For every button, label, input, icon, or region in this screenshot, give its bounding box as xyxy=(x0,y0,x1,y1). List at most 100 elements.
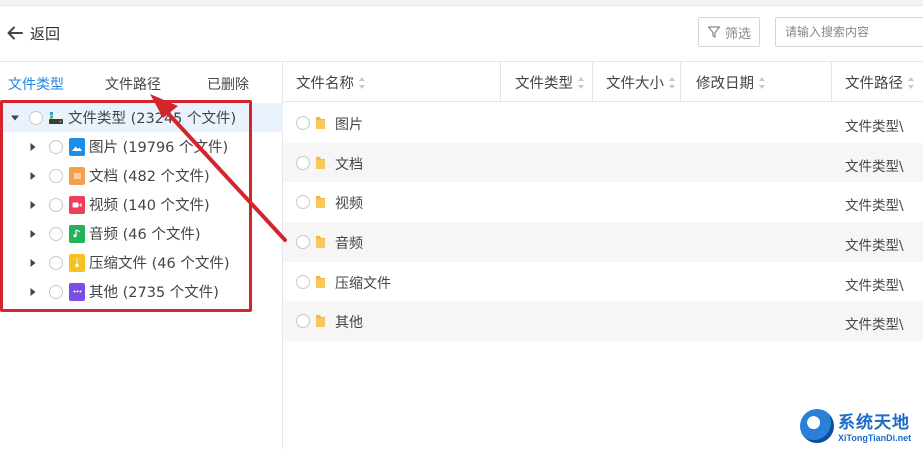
folder-icon xyxy=(316,315,325,328)
column-header-type[interactable]: 文件类型 xyxy=(515,72,586,93)
sort-icon[interactable] xyxy=(578,76,586,89)
row-path: 文件类型\ xyxy=(845,198,904,215)
table-row[interactable]: 其他 文件类型\ xyxy=(283,301,923,342)
column-header-label: 修改日期 xyxy=(696,76,754,92)
row-radio[interactable] xyxy=(296,314,310,329)
sort-icon[interactable] xyxy=(908,76,916,89)
tree-item-archives[interactable]: 压缩文件 (46 个文件) xyxy=(0,248,283,277)
video-icon xyxy=(69,195,85,214)
column-header-path[interactable]: 文件路径 xyxy=(845,72,916,93)
caret-right-icon[interactable] xyxy=(26,256,40,270)
row-radio[interactable] xyxy=(296,116,310,130)
tree-root[interactable]: 文件类型 (23245 个文件) xyxy=(0,103,283,132)
tree-item-label: 压缩文件 (46 个文件) xyxy=(89,256,230,272)
row-path: 文件类型\ xyxy=(845,317,904,334)
row-name: 图片 xyxy=(335,117,363,133)
tab-file-type[interactable]: 文件类型 xyxy=(8,74,64,94)
tree-item-radio[interactable] xyxy=(49,255,63,270)
column-separator[interactable] xyxy=(592,62,593,102)
tree-item-documents[interactable]: 文档 (482 个文件) xyxy=(0,161,283,190)
sort-icon[interactable] xyxy=(359,76,367,89)
row-path: 文件类型\ xyxy=(845,119,904,135)
column-header-label: 文件大小 xyxy=(606,76,664,92)
sort-icon[interactable] xyxy=(669,76,677,89)
tree-item-videos[interactable]: 视频 (140 个文件) xyxy=(0,190,283,219)
row-name: 文档 xyxy=(335,156,363,173)
filter-button[interactable]: 筛选 xyxy=(698,17,760,47)
row-path: 文件类型\ xyxy=(845,238,904,255)
caret-right-icon[interactable] xyxy=(26,227,40,241)
tab-deleted[interactable]: 已删除 xyxy=(207,74,249,94)
table-row[interactable]: 图片 文件类型\ xyxy=(283,103,923,143)
back-button[interactable]: 返回 xyxy=(6,22,60,44)
folder-icon xyxy=(316,196,325,209)
top-strip xyxy=(0,0,923,6)
caret-down-icon[interactable] xyxy=(8,111,22,125)
arrow-left-icon xyxy=(7,26,23,40)
tree-item-radio[interactable] xyxy=(49,139,63,154)
tree-root-radio[interactable] xyxy=(29,110,43,125)
image-icon xyxy=(69,137,85,156)
tree-item-label: 音频 (46 个文件) xyxy=(89,227,201,243)
caret-right-icon[interactable] xyxy=(26,140,40,154)
column-separator[interactable] xyxy=(831,62,832,102)
tree-item-other[interactable]: 其他 (2735 个文件) xyxy=(0,277,283,306)
folder-icon xyxy=(316,156,325,169)
row-name: 其他 xyxy=(335,315,363,332)
tree-item-label: 文档 (482 个文件) xyxy=(89,169,210,185)
column-header-name[interactable]: 文件名称 xyxy=(296,72,367,93)
row-radio[interactable] xyxy=(296,235,310,250)
filter-label: 筛选 xyxy=(724,26,751,42)
caret-right-icon[interactable] xyxy=(26,198,40,212)
tree-root-label: 文件类型 (23245 个文件) xyxy=(68,111,237,127)
watermark-logo: 系统天地 XiTongTianDi.net xyxy=(800,402,923,449)
caret-right-icon[interactable] xyxy=(26,285,40,299)
table-row[interactable]: 文档 文件类型\ xyxy=(283,142,923,183)
column-header-label: 文件类型 xyxy=(515,76,573,92)
row-radio[interactable] xyxy=(296,274,310,289)
tree-item-label: 图片 (19796 个文件) xyxy=(89,140,229,156)
column-separator[interactable] xyxy=(500,62,501,102)
archive-icon xyxy=(69,253,85,272)
row-radio[interactable] xyxy=(296,155,310,170)
column-header-label: 文件路径 xyxy=(845,76,903,92)
folder-icon xyxy=(316,275,325,288)
table-row[interactable]: 视频 文件类型\ xyxy=(283,182,923,222)
column-header-date[interactable]: 修改日期 xyxy=(696,72,767,93)
tree-item-radio[interactable] xyxy=(49,226,63,241)
row-path: 文件类型\ xyxy=(845,158,904,175)
audio-icon xyxy=(69,224,85,243)
column-header-size[interactable]: 文件大小 xyxy=(606,72,677,93)
tree-item-label: 视频 (140 个文件) xyxy=(89,198,210,214)
other-icon xyxy=(69,282,85,301)
tree-item-audio[interactable]: 音频 (46 个文件) xyxy=(0,219,283,248)
column-header-label: 文件名称 xyxy=(296,76,354,92)
table-header: 文件名称 文件类型 文件大小 修改日期 文件路径 xyxy=(283,61,923,102)
folder-icon xyxy=(316,117,325,129)
tree-item-images[interactable]: 图片 (19796 个文件) xyxy=(0,132,283,161)
tree-item-label: 其他 (2735 个文件) xyxy=(89,285,219,301)
drive-icon xyxy=(48,111,64,125)
search-input[interactable] xyxy=(775,17,923,47)
tree-item-radio[interactable] xyxy=(49,284,63,299)
table-body: 图片 文件类型\ 文档 文件类型\ 视频 文件类型\ 音频 文件类型\ 压缩文件… xyxy=(283,103,923,342)
watermark-url: XiTongTianDi.net xyxy=(838,433,912,443)
tree-item-radio[interactable] xyxy=(49,197,63,212)
document-icon xyxy=(69,166,85,185)
tab-file-path[interactable]: 文件路径 xyxy=(105,74,161,94)
row-radio[interactable] xyxy=(296,195,310,210)
left-tab-bar: 文件类型 文件路径 已删除 xyxy=(0,61,283,103)
table-row[interactable]: 压缩文件 文件类型\ xyxy=(283,262,923,302)
row-name: 压缩文件 xyxy=(335,275,391,292)
table-row[interactable]: 音频 文件类型\ xyxy=(283,222,923,262)
caret-right-icon[interactable] xyxy=(26,169,40,183)
back-label: 返回 xyxy=(30,24,61,43)
tree-item-radio[interactable] xyxy=(49,168,63,183)
sort-icon[interactable] xyxy=(759,76,767,89)
row-path: 文件类型\ xyxy=(845,277,904,294)
column-separator[interactable] xyxy=(680,62,681,102)
globe-icon xyxy=(800,408,834,443)
watermark-title: 系统天地 xyxy=(838,413,910,433)
file-type-tree: 文件类型 (23245 个文件) 图片 (19796 个文件) 文档 (482 … xyxy=(0,103,283,306)
folder-icon xyxy=(316,236,325,249)
